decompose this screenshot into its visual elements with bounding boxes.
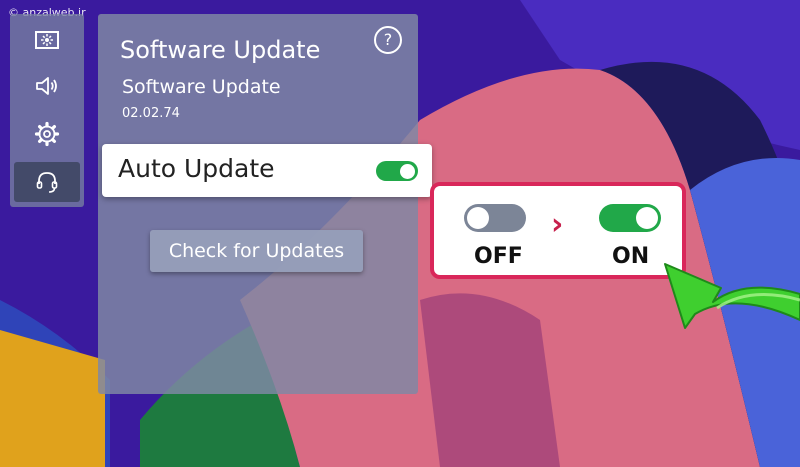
- picture-icon: [35, 31, 59, 49]
- software-version: 02.02.74: [122, 106, 180, 121]
- toggle-knob: [467, 207, 489, 229]
- speaker-icon: [36, 77, 57, 95]
- section-title: Software Update: [122, 76, 281, 98]
- auto-update-row[interactable]: Auto Update: [102, 144, 432, 197]
- rail-item-picture[interactable]: [14, 20, 80, 60]
- settings-side-rail: [10, 14, 84, 207]
- help-button[interactable]: ?: [374, 26, 402, 54]
- auto-update-label: Auto Update: [118, 154, 275, 183]
- toggle-on-illustration: [599, 204, 661, 232]
- toggle-knob: [636, 207, 658, 229]
- headset-icon: [36, 172, 58, 193]
- panel-title: Software Update: [120, 36, 321, 64]
- off-label: OFF: [474, 244, 523, 269]
- pointer-arrow-icon: [664, 263, 800, 329]
- rail-item-sound[interactable]: [14, 66, 80, 106]
- auto-update-toggle[interactable]: [376, 161, 418, 181]
- toggle-off-illustration: [464, 204, 526, 232]
- chevron-right-icon: ›: [551, 207, 564, 242]
- toggle-state-callout: › OFF ON: [430, 182, 686, 279]
- on-label: ON: [612, 244, 650, 269]
- software-update-panel: Software Update ? Software Update 02.02.…: [98, 14, 418, 394]
- gear-icon: [34, 121, 60, 147]
- check-for-updates-button[interactable]: Check for Updates: [150, 230, 363, 272]
- toggle-knob: [400, 163, 415, 179]
- rail-item-support[interactable]: [14, 162, 80, 202]
- rail-item-general[interactable]: [14, 114, 80, 154]
